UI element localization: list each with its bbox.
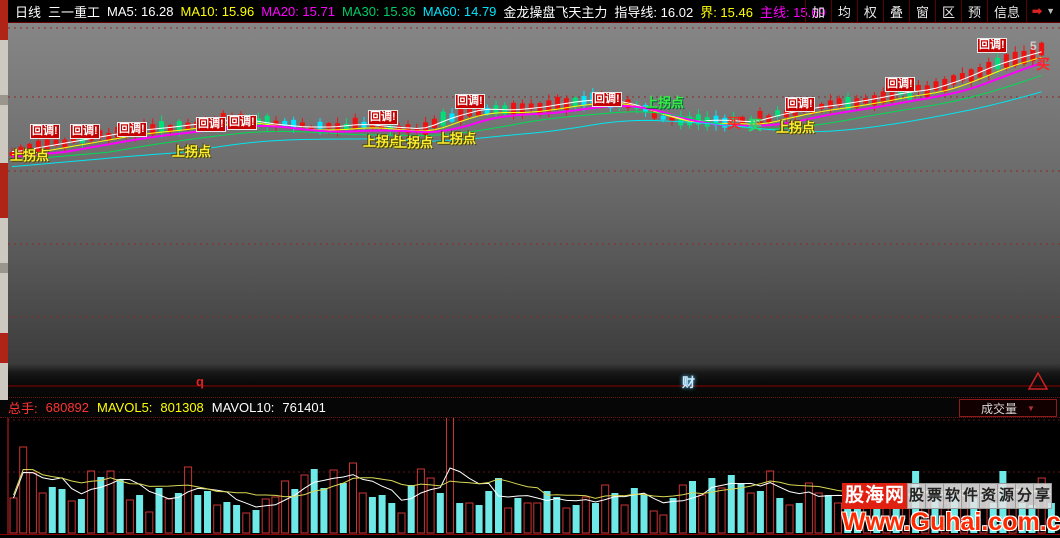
watermark-url: Www.Guhai.com.cn <box>842 508 1060 536</box>
mavol10-value: 761401 <box>282 400 326 415</box>
pullback-annotation: 回调! <box>196 117 226 132</box>
pullback-annotation: 回调! <box>70 124 100 139</box>
left-toolbar-segment[interactable] <box>0 273 8 333</box>
total-hands-label: 总手: <box>8 401 38 416</box>
indicator-name: 金龙操盘飞天主力 <box>503 4 608 20</box>
ma10-label: MA10: 15.96 <box>180 3 255 19</box>
watermark-tagline-char: 股 <box>907 483 927 509</box>
period-label[interactable]: 日线 <box>15 2 41 21</box>
mavol5-value: 801308 <box>160 400 204 415</box>
guide-line-label: 指导线: 16.02 <box>614 4 694 20</box>
turn-point-annotation: 上拐点 <box>437 131 477 146</box>
overlay-button[interactable]: 叠 <box>882 0 909 22</box>
pullback-annotation: 回调! <box>977 38 1007 53</box>
pullback-annotation: 回调! <box>30 124 60 139</box>
pullback-annotation: 回调! <box>785 97 815 112</box>
ma-line-MA60 <box>11 91 1042 168</box>
zone-button[interactable]: 区 <box>934 0 961 22</box>
pullback-annotation: 回调! <box>592 92 622 107</box>
left-toolbar-segment[interactable] <box>0 105 8 163</box>
ma20-label: MA20: 15.71 <box>261 3 335 19</box>
left-toolbar-segment[interactable] <box>0 0 8 40</box>
mavol10-label: MAVOL10: <box>211 400 275 415</box>
watermark-tagline-char: 票 <box>925 483 945 509</box>
turn-point-annotation: 上拐点 <box>172 144 212 159</box>
left-toolbar[interactable] <box>0 0 8 400</box>
turn-point-annotation: 上拐点 <box>394 135 434 150</box>
topbar-button-group: 加 均 权 叠 窗 区 预 信息 ➡ ▼ <box>804 0 1060 22</box>
watermark-tagline-char: 软 <box>943 483 963 509</box>
ma60-label: MA60: 14.79 <box>422 3 497 19</box>
average-button[interactable]: 均 <box>830 0 857 22</box>
ma5-label: MA5: 16.28 <box>107 3 174 19</box>
chevron-down-icon: ▼ <box>1027 403 1035 413</box>
app-window: 日线 三一重工 MA5: 16.28 MA10: 15.96 MA20: 15.… <box>0 0 1060 538</box>
watermark-brand: 股海网 <box>842 483 909 509</box>
watermark-tagline-char: 件 <box>961 483 981 509</box>
pullback-annotation: 回调! <box>885 77 915 92</box>
watermark-tagline-char: 享 <box>1033 483 1053 509</box>
buy-marker: 买 <box>1036 56 1050 72</box>
watermark: 股海网 股票软件资源分享 Www.Guhai.com.cn <box>842 483 1060 536</box>
pullback-annotation: 回调! <box>455 94 485 109</box>
turn-point-annotation: 上拐点 <box>645 95 685 110</box>
left-toolbar-segment[interactable] <box>0 95 8 105</box>
info-button[interactable]: 信息 <box>987 0 1026 22</box>
volume-indicator-selector[interactable]: 成交量 ▼ <box>959 399 1057 417</box>
boundary-label: 界: 15.46 <box>700 4 753 20</box>
window-button[interactable]: 窗 <box>908 0 935 22</box>
turn-point-annotation: 上拐点 <box>10 148 50 163</box>
watermark-tagline-char: 资 <box>979 483 999 509</box>
pullback-annotation: 回调! <box>117 122 147 137</box>
left-toolbar-segment[interactable] <box>0 263 8 273</box>
ma-line-MA5 <box>11 51 1042 153</box>
rights-button[interactable]: 权 <box>856 0 883 22</box>
watermark-tagline: 股票软件资源分享 <box>907 483 1053 509</box>
left-toolbar-segment[interactable] <box>0 163 8 218</box>
volume-header-bar: 总手: 680892 MAVOL5: 801308 MAVOL10: 76140… <box>0 397 1060 418</box>
chevron-down-icon[interactable]: ▼ <box>1046 6 1055 16</box>
q-marker: q <box>196 374 204 389</box>
cai-marker: 财 <box>682 375 696 390</box>
stock-name[interactable]: 三一重工 <box>48 2 100 21</box>
volume-selector-label: 成交量 <box>981 401 1018 416</box>
top-status-bar: 日线 三一重工 MA5: 16.28 MA10: 15.96 MA20: 15.… <box>8 0 1060 23</box>
jump-icon[interactable]: ➡ <box>1032 4 1042 18</box>
buy-marker: 买 <box>727 115 741 131</box>
watermark-tagline-char: 源 <box>997 483 1017 509</box>
total-hands-value: 680892 <box>45 400 90 415</box>
left-toolbar-segment[interactable] <box>0 218 8 263</box>
left-toolbar-segment[interactable] <box>0 363 8 400</box>
mavol5-label: MAVOL5: <box>97 400 153 415</box>
number-label: 5 <box>1030 39 1037 53</box>
pullback-annotation: 回调! <box>368 110 398 125</box>
buy-marker: 买 <box>748 117 762 133</box>
watermark-tagline-char: 分 <box>1015 483 1035 509</box>
left-toolbar-segment[interactable] <box>0 333 8 363</box>
turn-point-annotation: 上拐点 <box>776 120 816 135</box>
pullback-annotation: 回调! <box>227 115 257 130</box>
left-toolbar-segment[interactable] <box>0 40 8 95</box>
triangle-icon[interactable] <box>1026 370 1050 392</box>
add-button[interactable]: 加 <box>804 0 831 22</box>
forecast-button[interactable]: 预 <box>960 0 987 22</box>
ma30-label: MA30: 15.36 <box>341 3 416 19</box>
